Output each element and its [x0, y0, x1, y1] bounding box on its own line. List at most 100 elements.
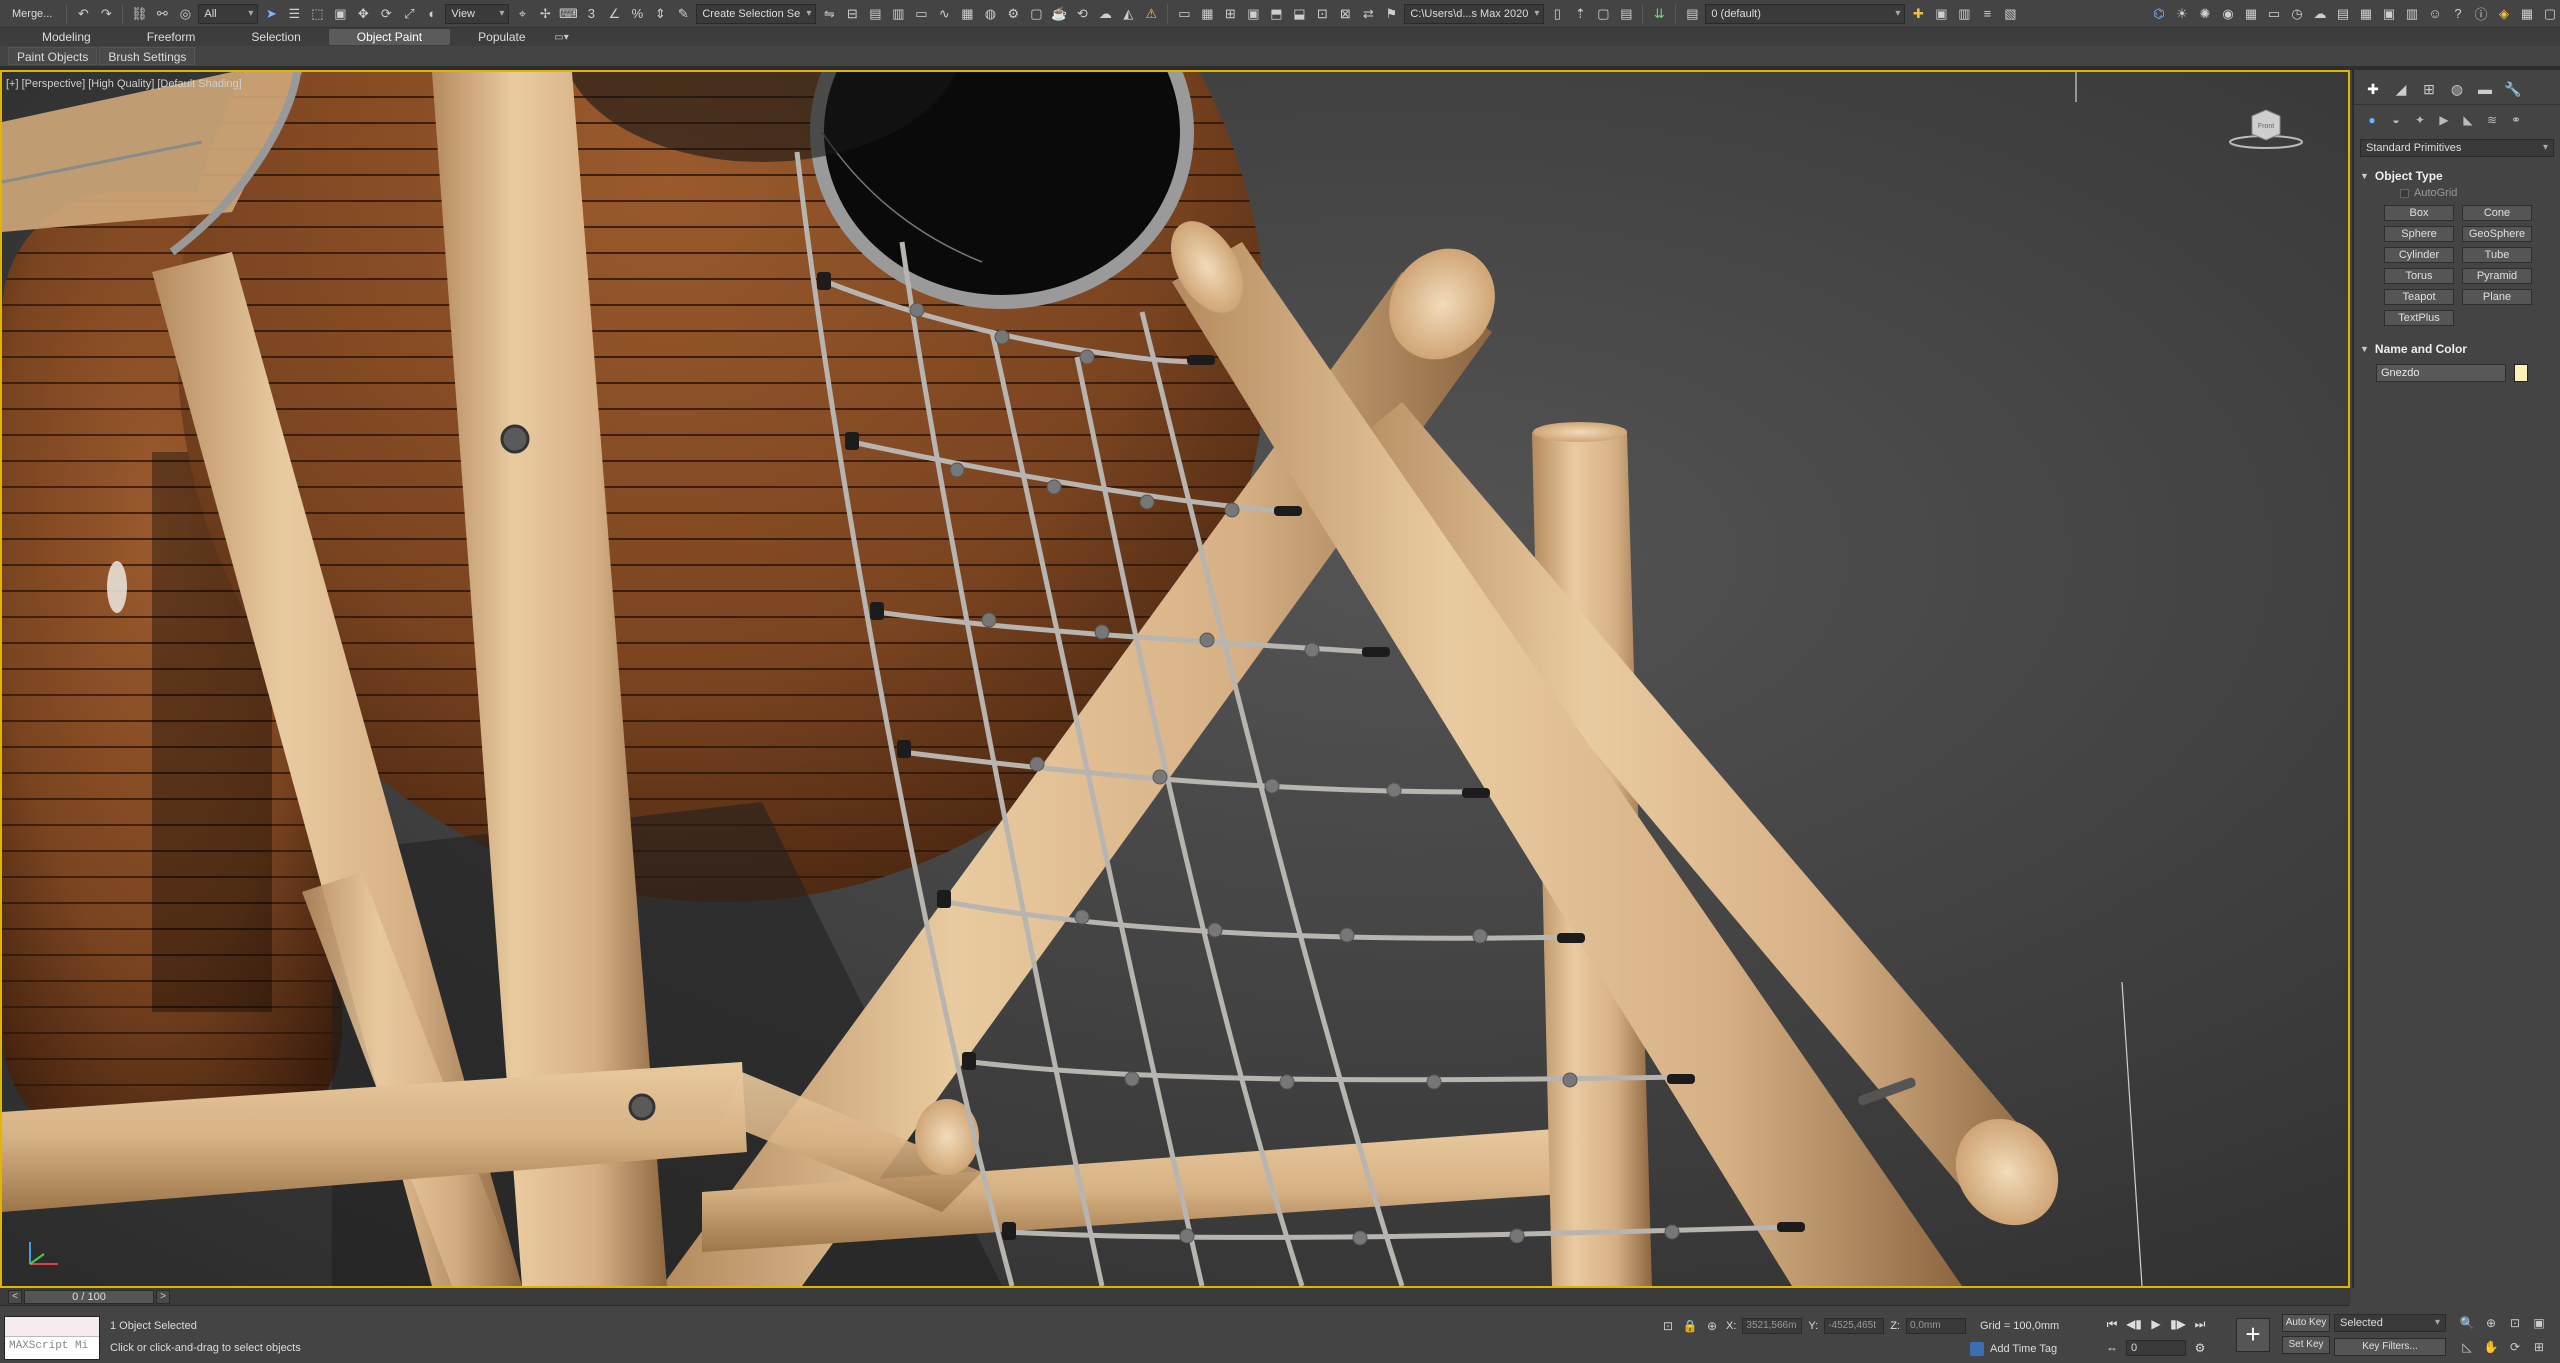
sun-icon[interactable]: ✺ — [2195, 4, 2215, 24]
link-icon[interactable]: ⛓ — [129, 4, 149, 24]
key-mode-icon[interactable]: ⇔ — [2104, 1340, 2120, 1356]
panel-icon[interactable]: ▥ — [2402, 4, 2422, 24]
tab-freeform[interactable]: Freeform — [119, 29, 224, 45]
perspective-viewport[interactable]: [+] [Perspective] [High Quality] [Defaul… — [0, 70, 2350, 1288]
project-folder-icon[interactable]: ▭ — [1174, 4, 1194, 24]
select-manipulate-icon[interactable]: ✢ — [535, 4, 555, 24]
rotate-icon[interactable]: ⟳ — [376, 4, 396, 24]
scale-icon[interactable]: ⤢ — [399, 4, 419, 24]
align-icon[interactable]: ⊟ — [842, 4, 862, 24]
render-output-icon[interactable]: ⊡ — [1312, 4, 1332, 24]
maxscript-input[interactable]: MAXScript Mi — [5, 1337, 99, 1359]
field-of-view-icon[interactable]: ◺ — [2458, 1338, 2476, 1356]
folder-new-icon[interactable]: ▢ — [1593, 4, 1613, 24]
store-icon[interactable]: ▦ — [2517, 4, 2537, 24]
archive-icon[interactable]: ⊠ — [1335, 4, 1355, 24]
reference-coord-dropdown[interactable]: View — [445, 3, 510, 24]
next-frame-icon[interactable]: ▮▶ — [2170, 1316, 2186, 1332]
render-iterative-icon[interactable]: ⟲ — [1072, 4, 1092, 24]
keyboard-shortcut-icon[interactable]: ⌨ — [558, 4, 578, 24]
pivot-center-icon[interactable]: ⌖ — [512, 4, 532, 24]
maxscript-output[interactable] — [5, 1317, 99, 1337]
cylinder-button[interactable]: Cylinder — [2384, 247, 2454, 263]
add-time-tag[interactable]: Add Time Tag — [1970, 1342, 2057, 1356]
object-name-field[interactable]: Gnezdo — [2376, 364, 2506, 382]
shapes-icon[interactable]: ◒ — [2386, 111, 2406, 129]
tab-modeling[interactable]: Modeling — [14, 29, 119, 45]
display-settings-icon[interactable]: ▤ — [2333, 4, 2353, 24]
help-icon[interactable]: ? — [2448, 4, 2468, 24]
warning-icon[interactable]: ⚠ — [1141, 4, 1161, 24]
maximize-viewport-icon[interactable]: ⊞ — [2530, 1338, 2548, 1356]
go-to-end-icon[interactable]: ⏭ — [2192, 1316, 2208, 1332]
selection-filter-dropdown[interactable]: All — [198, 3, 259, 24]
toggle-ribbon-icon[interactable]: ▭ — [911, 4, 931, 24]
object-type-rollout[interactable]: ▼ Object Type — [2360, 167, 2554, 185]
box-button[interactable]: Box — [2384, 205, 2454, 221]
rendered-frame-window-icon[interactable]: ▢ — [1026, 4, 1046, 24]
zoom-icon[interactable]: 🔍 — [2458, 1314, 2476, 1332]
ribbon-options-icon[interactable]: ▭▾ — [554, 30, 570, 44]
time-config-icon[interactable]: ⚙ — [2192, 1340, 2208, 1356]
pan-icon[interactable]: ✋ — [2482, 1338, 2500, 1356]
name-color-rollout[interactable]: ▼ Name and Color — [2360, 340, 2554, 358]
light-icon[interactable]: ☀ — [2172, 4, 2192, 24]
teapot-button[interactable]: Teapot — [2384, 289, 2454, 305]
select-icon[interactable]: ➤ — [261, 4, 281, 24]
time-next-button[interactable]: > — [156, 1289, 170, 1304]
zoom-extents-icon[interactable]: ⊡ — [2506, 1314, 2524, 1332]
layer-explorer-icon[interactable]: ▧ — [2000, 4, 2020, 24]
current-frame-field[interactable]: 0 — [2126, 1340, 2186, 1356]
autogrid-option[interactable]: AutoGrid — [2400, 187, 2560, 199]
rect-region-icon[interactable]: ⬚ — [307, 4, 327, 24]
pyramid-button[interactable]: Pyramid — [2462, 268, 2532, 284]
sphere-button[interactable]: Sphere — [2384, 226, 2454, 242]
selection-lock-icon[interactable]: 🔒 — [1682, 1318, 1698, 1334]
absolute-mode-icon[interactable]: ⊕ — [1704, 1318, 1720, 1334]
viewport-label[interactable]: [+] [Perspective] [High Quality] [Defaul… — [6, 78, 242, 90]
auto-key-button[interactable]: Auto Key — [2282, 1314, 2330, 1332]
curve-editor-icon[interactable]: ∿ — [934, 4, 954, 24]
undo-icon[interactable]: ↶ — [73, 4, 93, 24]
mirror-icon[interactable]: ⇋ — [819, 4, 839, 24]
cone-button[interactable]: Cone — [2462, 205, 2532, 221]
z-coordinate-field[interactable]: 0,0mm — [1905, 1318, 1966, 1334]
textplus-button[interactable]: TextPlus — [2384, 310, 2454, 326]
project-path-dropdown[interactable]: C:\Users\d...s Max 2020 — [1404, 3, 1545, 24]
key-mode-dropdown[interactable]: Selected — [2334, 1314, 2446, 1332]
viewport-layout-icon[interactable]: ▦ — [2241, 4, 2261, 24]
object-color-swatch[interactable] — [2514, 364, 2528, 382]
lights-icon[interactable]: ✦ — [2410, 111, 2430, 129]
connect-icon[interactable]: ⌬ — [2149, 4, 2169, 24]
save-scene-icon[interactable]: ⬒ — [1266, 4, 1286, 24]
zoom-extents-all-icon[interactable]: ▣ — [2530, 1314, 2548, 1332]
redo-icon[interactable]: ↷ — [96, 4, 116, 24]
create-project-icon[interactable]: ⊞ — [1220, 4, 1240, 24]
time-slider[interactable]: 0 / 100 — [24, 1289, 154, 1304]
angle-snap-icon[interactable]: ∠ — [604, 4, 624, 24]
tab-selection[interactable]: Selection — [223, 29, 328, 45]
layer-select-icon[interactable]: ▣ — [1931, 4, 1951, 24]
category-dropdown[interactable]: Standard Primitives — [2360, 139, 2554, 157]
autogrid-checkbox[interactable] — [2400, 188, 2409, 198]
previous-frame-icon[interactable]: ◀▮ — [2126, 1316, 2142, 1332]
add-to-layer-icon[interactable]: ✚ — [1908, 4, 1928, 24]
helpers-icon[interactable]: ◣ — [2458, 111, 2478, 129]
toggle-scene-explorer-icon[interactable]: ▤ — [865, 4, 885, 24]
move-icon[interactable]: ✥ — [353, 4, 373, 24]
set-key-button[interactable]: Set Key — [2282, 1336, 2330, 1354]
select-by-name-icon[interactable]: ☰ — [284, 4, 304, 24]
bind-space-warp-icon[interactable]: ◎ — [175, 4, 195, 24]
systems-icon[interactable]: ⚭ — [2506, 111, 2526, 129]
snap-3d-icon[interactable]: 3 — [581, 4, 601, 24]
time-prev-button[interactable]: < — [8, 1289, 22, 1304]
go-to-start-icon[interactable]: ⏮ — [2104, 1316, 2120, 1332]
modify-icon[interactable]: ◢ — [2390, 80, 2412, 98]
viewcube[interactable]: Front — [2228, 106, 2308, 152]
layer-new-icon[interactable]: ▥ — [1954, 4, 1974, 24]
spinner-snap-icon[interactable]: ⇕ — [650, 4, 670, 24]
info-icon[interactable]: ⓘ — [2471, 4, 2491, 24]
autodesk-icon[interactable]: ◈ — [2494, 4, 2514, 24]
layer-icon[interactable]: ▤ — [1682, 4, 1702, 24]
create-icon[interactable]: ✚ — [2362, 80, 2384, 98]
